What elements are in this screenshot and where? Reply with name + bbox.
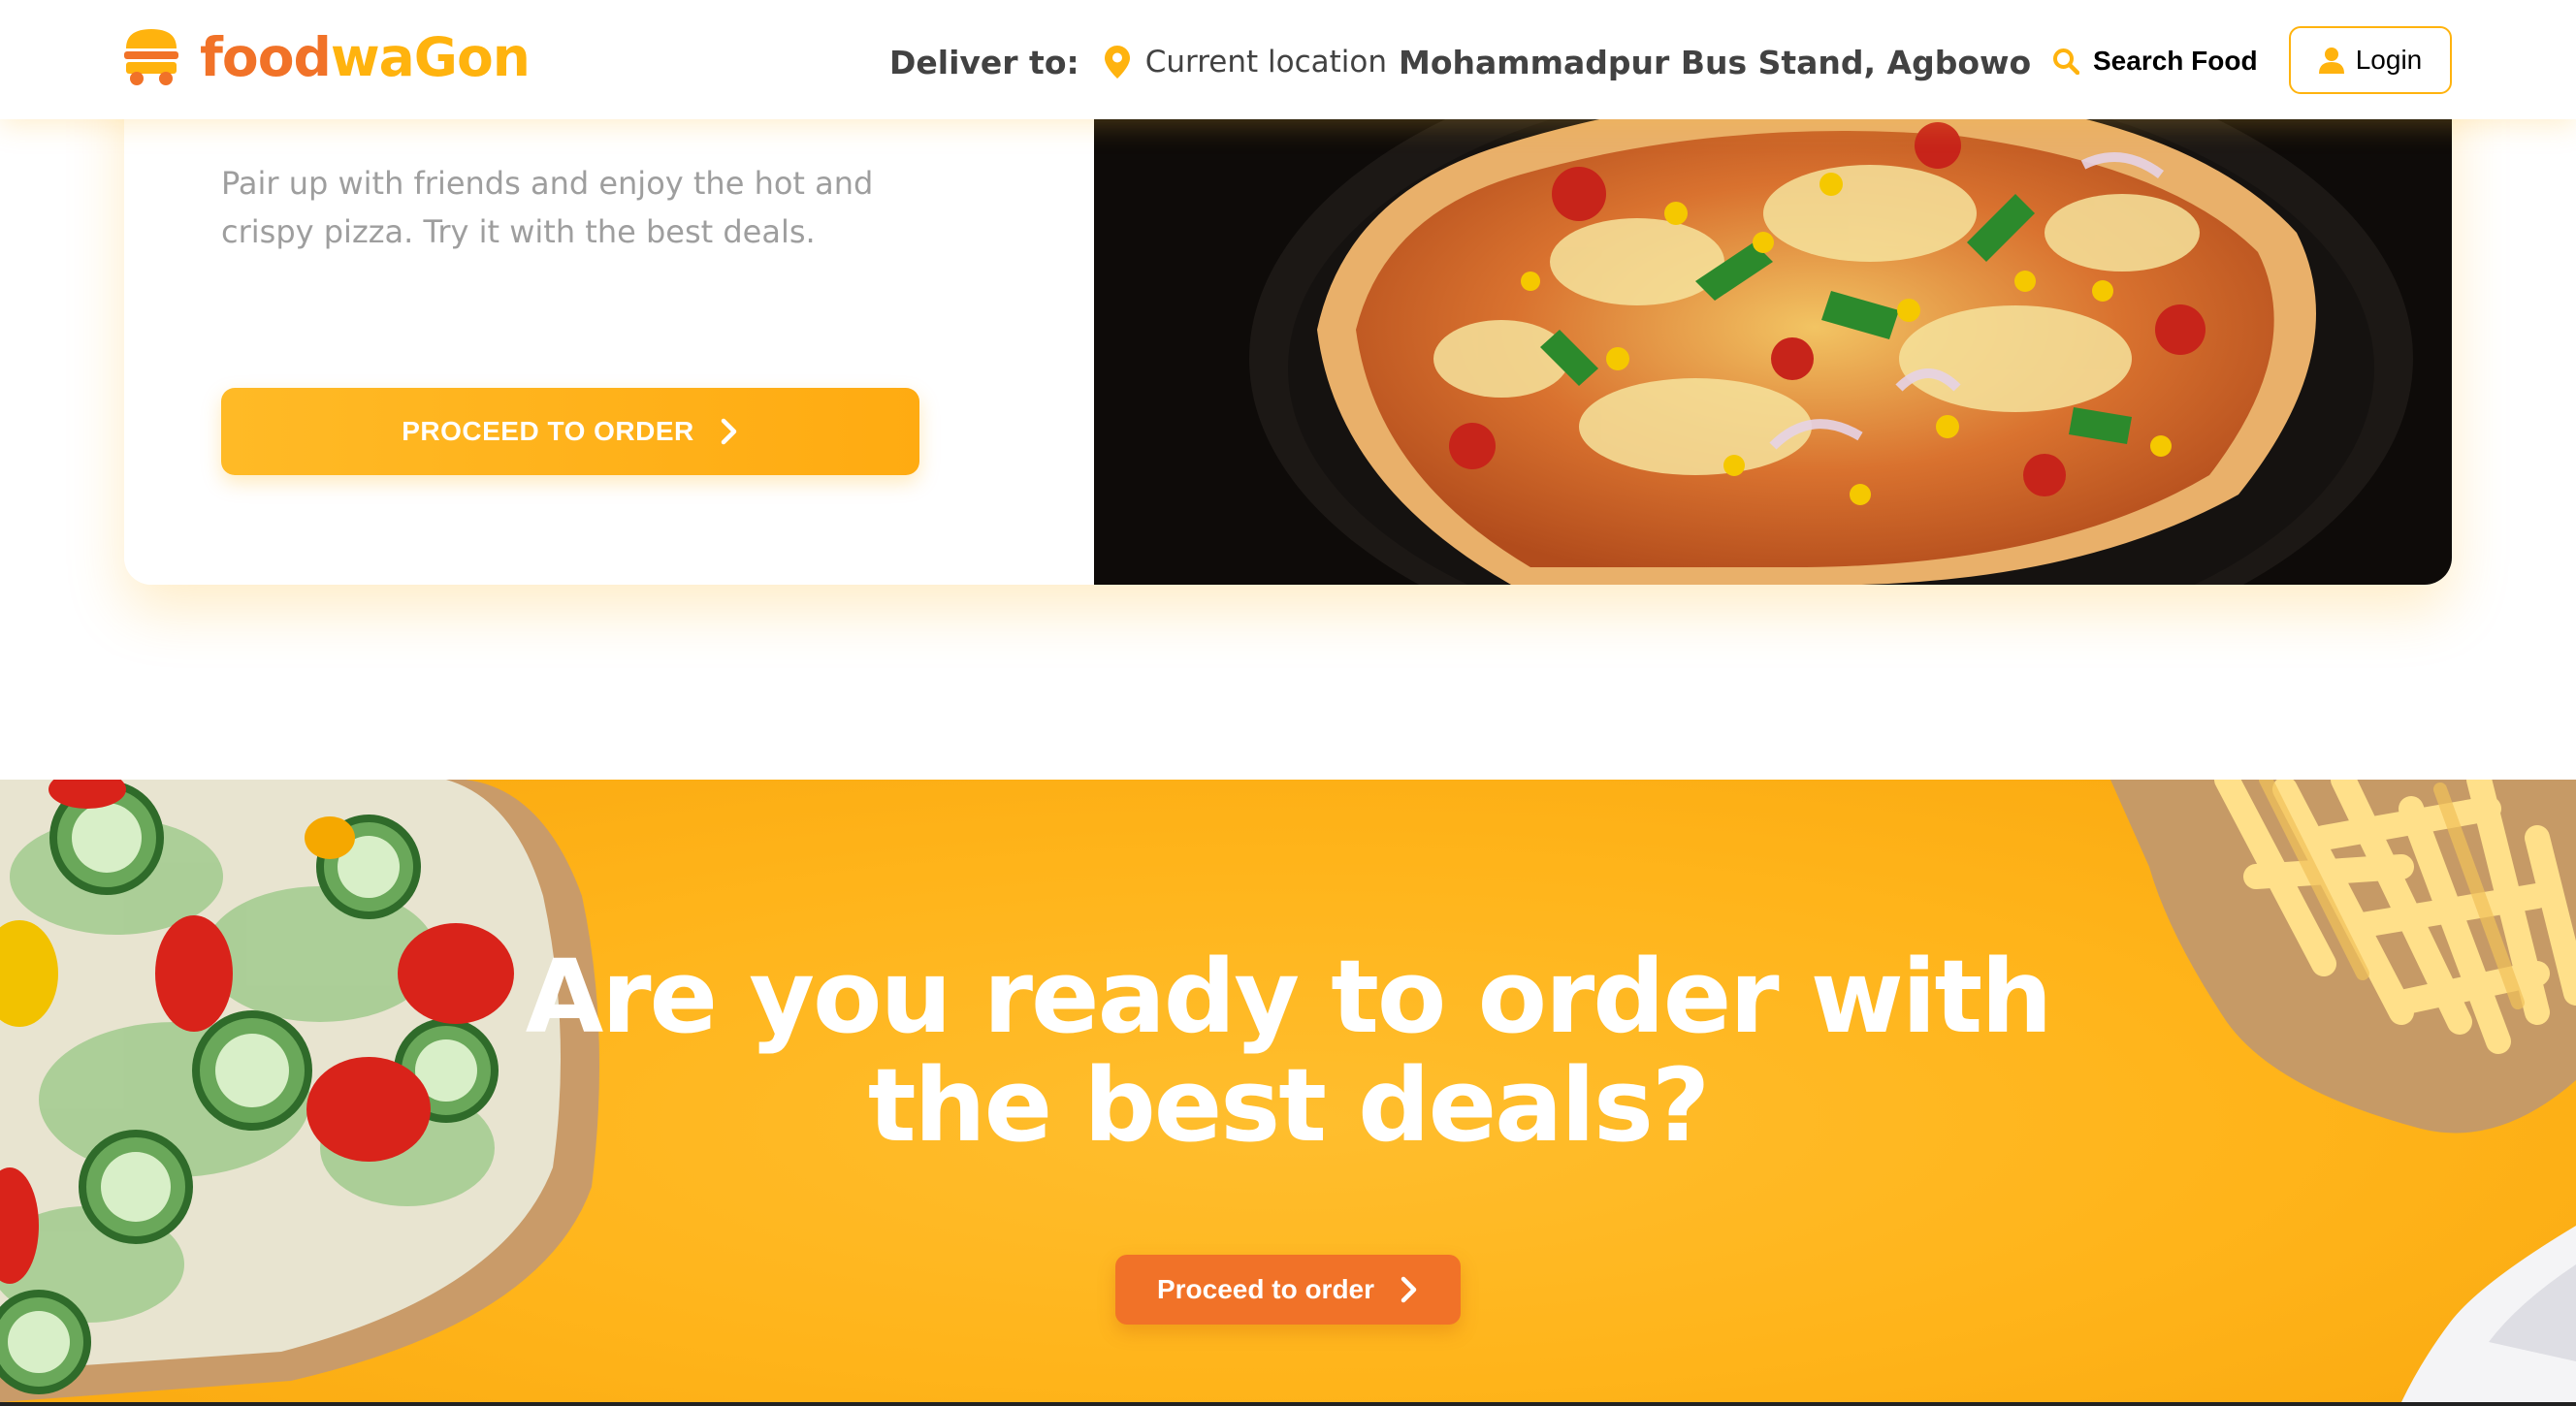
hero-description: Pair up with friends and enjoy the hot a…: [221, 165, 874, 250]
brand-logo[interactable]: foodwaGon: [122, 25, 531, 89]
proceed-to-order-label: PROCEED TO ORDER: [402, 416, 694, 446]
search-icon: [2053, 48, 2079, 75]
deliver-to-label: Deliver to:: [889, 43, 1079, 81]
location-pin-icon: [1104, 46, 1130, 79]
user-icon: [2318, 48, 2344, 74]
chevron-right-icon: [1401, 1276, 1417, 1303]
brand-name-wagon: waGon: [330, 25, 531, 88]
proceed-to-order-cta-button[interactable]: Proceed to order: [1115, 1255, 1461, 1325]
pizza-photo: [1094, 39, 2452, 585]
hero-card-content: Pair up with friends and enjoy the hot a…: [124, 39, 1094, 585]
footer-edge: [0, 1402, 2576, 1406]
brand-name-food: food: [200, 25, 332, 88]
hero-deal-card: Pair up with friends and enjoy the hot a…: [124, 39, 2452, 585]
proceed-to-order-cta-label: Proceed to order: [1156, 1274, 1375, 1304]
search-food-link[interactable]: Search Food: [2052, 39, 2258, 83]
brand-name: foodwaGon: [200, 30, 531, 84]
delivery-address: Mohammadpur Bus Stand, Agbowo: [1399, 43, 2032, 81]
login-label: Login: [2355, 45, 2423, 75]
burger-logo-icon: [124, 29, 178, 85]
fries-image: [2110, 780, 2576, 1402]
navbar: foodwaGon Deliver to: Current location M…: [0, 0, 2576, 119]
search-food-label: Search Food: [2093, 46, 2258, 76]
pizza-image: [1094, 39, 2452, 585]
proceed-to-order-button[interactable]: PROCEED TO ORDER: [221, 388, 919, 475]
chevron-right-icon: [721, 418, 737, 445]
current-location-label: Current location: [1144, 45, 1387, 80]
login-button[interactable]: Login: [2289, 26, 2452, 94]
delivery-location[interactable]: Deliver to: Current location Mohammadpur…: [889, 39, 2031, 85]
order-cta-banner: Are you ready to order with the best dea…: [0, 780, 2576, 1402]
cta-headline: Are you ready to order with the best dea…: [525, 938, 2053, 1165]
